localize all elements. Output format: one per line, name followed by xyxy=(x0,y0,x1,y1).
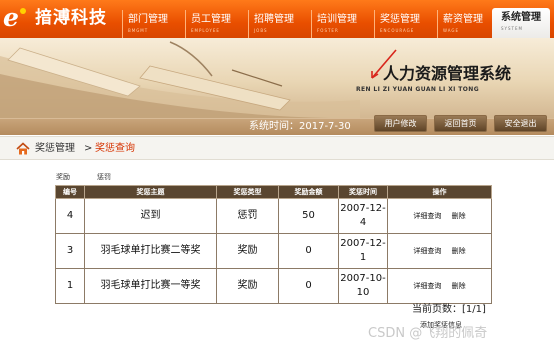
edit-user-button[interactable]: 用户修改 xyxy=(374,115,427,132)
top-header-bar: e 揞溥科技 部门管理 BMGMT 员工管理 EMPLOYEE 招聘管理 JOB… xyxy=(0,0,554,38)
logo-text: 揞溥科技 xyxy=(35,8,107,28)
detail-link[interactable]: 详细查询 xyxy=(413,212,441,220)
back-home-button[interactable]: 返回首页 xyxy=(434,115,487,132)
breadcrumb-section[interactable]: 奖惩管理 xyxy=(35,142,75,155)
reward-punishment-table: 编号 奖惩主题 奖惩类型 奖励金额 奖惩时间 操作 4 迟到 惩罚 50 200… xyxy=(55,185,492,304)
cell-actions: 详细查询 删除 xyxy=(387,268,492,304)
home-icon[interactable] xyxy=(16,142,30,156)
cell-time: 2007-10-10 xyxy=(338,268,388,304)
cell-amount: 50 xyxy=(278,198,339,234)
column-header-id: 编号 xyxy=(55,185,85,199)
cell-type: 惩罚 xyxy=(216,198,279,234)
nav-tab-sublabel: BMGMT xyxy=(128,28,149,33)
nav-tab-label: 培训管理 xyxy=(317,14,357,25)
detail-link[interactable]: 详细查询 xyxy=(413,247,441,255)
nav-tab-sublabel: EMPLOYEE xyxy=(191,28,220,33)
table-row: 4 迟到 惩罚 50 2007-12-4 详细查询 删除 xyxy=(55,198,492,234)
breadcrumb-current: 奖惩查询 xyxy=(95,143,135,154)
cell-actions: 详细查询 删除 xyxy=(387,198,492,234)
column-header-type: 奖惩类型 xyxy=(216,185,279,199)
nav-tab-sublabel: SYSTEM xyxy=(501,26,523,31)
nav-tab-system[interactable]: 系统管理 SYSTEM xyxy=(492,8,550,38)
table-row: 1 羽毛球单打比赛一等奖 奖励 0 2007-10-10 详细查询 删除 xyxy=(55,268,492,304)
nav-tab-reward-punishment[interactable]: 奖惩管理 ENCOURAGE xyxy=(374,10,437,38)
delete-link[interactable]: 删除 xyxy=(452,247,466,255)
nav-tab-salary[interactable]: 薪资管理 WAGE xyxy=(437,10,489,38)
nav-tab-recruitment[interactable]: 招聘管理 JOBS xyxy=(248,10,311,38)
breadcrumb: 奖惩管理 > 奖惩查询 xyxy=(0,136,554,160)
detail-link[interactable]: 详细查询 xyxy=(413,282,441,290)
column-header-amount: 奖励金额 xyxy=(278,185,339,199)
cell-actions: 详细查询 删除 xyxy=(387,233,492,269)
column-header-time: 奖惩时间 xyxy=(338,185,388,199)
cell-topic: 羽毛球单打比赛一等奖 xyxy=(84,268,217,304)
nav-tab-label: 奖惩管理 xyxy=(380,14,420,25)
delete-link[interactable]: 删除 xyxy=(452,282,466,290)
column-header-actions: 操作 xyxy=(387,185,492,199)
logo: e 揞溥科技 xyxy=(3,5,107,30)
cell-id: 4 xyxy=(55,198,85,234)
nav-tab-department[interactable]: 部门管理 BMGMT xyxy=(122,10,185,38)
nav-tab-sublabel: ENCOURAGE xyxy=(380,28,415,33)
system-time: 系统时间：2017-7-30 xyxy=(249,121,351,132)
logout-button[interactable]: 安全退出 xyxy=(494,115,547,132)
cell-topic: 羽毛球单打比赛二等奖 xyxy=(84,233,217,269)
banner-subtitle: REN LI ZI YUAN GUAN LI XI TONG xyxy=(356,86,480,93)
cell-amount: 0 xyxy=(278,233,339,269)
nav-tab-label: 薪资管理 xyxy=(443,14,483,25)
nav-tab-employee[interactable]: 员工管理 EMPLOYEE xyxy=(185,10,248,38)
table-row: 3 羽毛球单打比赛二等奖 奖励 0 2007-12-1 详细查询 删除 xyxy=(55,233,492,269)
column-header-topic: 奖惩主题 xyxy=(84,185,217,199)
nav-tab-label: 招聘管理 xyxy=(254,14,294,25)
nav-tab-sublabel: FOSTER xyxy=(317,28,339,33)
cell-time: 2007-12-1 xyxy=(338,233,388,269)
banner-title: 人力资源管理系统 xyxy=(383,64,512,83)
cell-id: 3 xyxy=(55,233,85,269)
nav-tab-sublabel: JOBS xyxy=(254,28,268,33)
delete-link[interactable]: 删除 xyxy=(452,212,466,220)
nav-tab-label: 部门管理 xyxy=(128,14,168,25)
cell-type: 奖励 xyxy=(216,233,279,269)
filter-reward-link[interactable]: 奖励 xyxy=(56,173,70,182)
cell-amount: 0 xyxy=(278,268,339,304)
filter-punishment-link[interactable]: 惩罚 xyxy=(97,173,111,182)
nav-tab-training[interactable]: 培训管理 FOSTER xyxy=(311,10,374,38)
watermark-text: CSDN @飞翔的佩奇 xyxy=(368,326,488,341)
nav-tab-label: 系统管理 xyxy=(501,12,541,23)
logo-icon: e xyxy=(3,5,29,30)
pagination-info: 当前页数：[1/1] xyxy=(412,304,486,315)
table-header-row: 编号 奖惩主题 奖惩类型 奖励金额 奖惩时间 操作 xyxy=(55,185,492,199)
banner: 人力资源管理系统 REN LI ZI YUAN GUAN LI XI TONG … xyxy=(0,38,554,135)
cell-time: 2007-12-4 xyxy=(338,198,388,234)
cell-id: 1 xyxy=(55,268,85,304)
breadcrumb-separator: > xyxy=(84,143,93,154)
cell-type: 奖励 xyxy=(216,268,279,304)
nav-tab-sublabel: WAGE xyxy=(443,28,460,33)
nav-tab-label: 员工管理 xyxy=(191,14,231,25)
cell-topic: 迟到 xyxy=(84,198,217,234)
